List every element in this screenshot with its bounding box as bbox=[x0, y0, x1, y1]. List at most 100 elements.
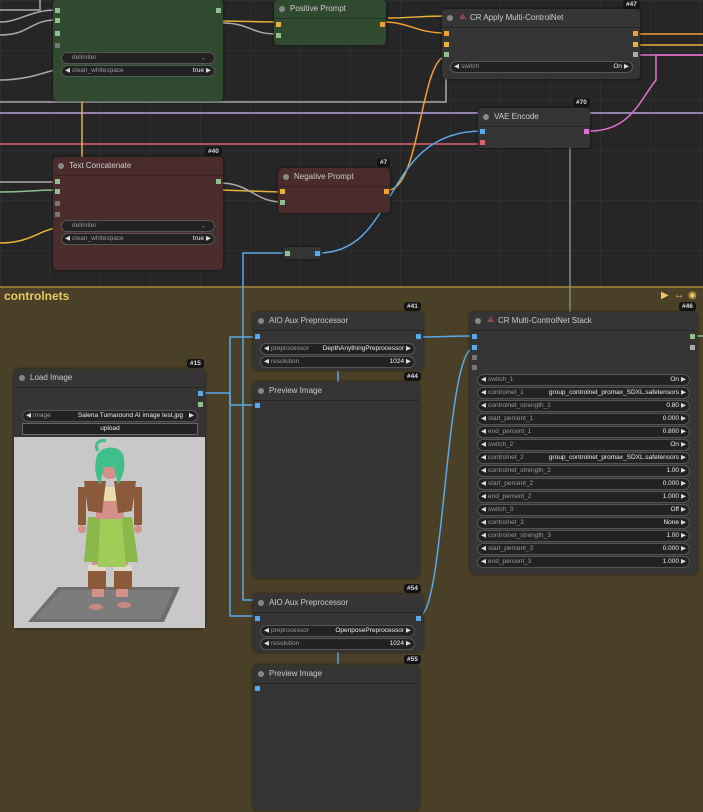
arrow-right-icon[interactable]: ▶ bbox=[681, 505, 686, 513]
arrow-left-icon[interactable]: ◀ bbox=[65, 234, 70, 242]
arrow-right-icon[interactable]: ▶ bbox=[681, 557, 686, 565]
arrow-right-icon[interactable]: ▶ bbox=[681, 518, 686, 526]
arrow-left-icon[interactable]: ◀ bbox=[264, 357, 269, 365]
resolution-input[interactable]: ◀ resolution 1024 ▶ bbox=[260, 356, 415, 368]
arrow-left-icon[interactable]: ◀ bbox=[481, 388, 486, 396]
aio-aux-preprocessor-node[interactable]: AIO Aux Preprocessor ◀ preprocessor Dept… bbox=[253, 312, 423, 370]
input-slot[interactable] bbox=[280, 200, 285, 205]
node-title-bar[interactable]: AIO Aux Preprocessor bbox=[253, 594, 423, 613]
input-slot[interactable] bbox=[255, 686, 260, 691]
collapse-dot-icon[interactable] bbox=[475, 318, 481, 324]
arrow-right-icon[interactable]: ▶ bbox=[189, 411, 194, 419]
stack-widget-controlnet-1[interactable]: ◀ controlnet_1 group_controlnet_promax_SDX… bbox=[477, 387, 690, 399]
stack-widget-switch-3[interactable]: ◀ switch_3 Off ▶ bbox=[477, 504, 690, 516]
input-slot[interactable] bbox=[55, 8, 60, 13]
stack-widget-end-percent-3[interactable]: ◀ end_percent_3 1.000 ▶ bbox=[477, 556, 690, 568]
stack-widget-switch-2[interactable]: ◀ switch_2 On ▶ bbox=[477, 439, 690, 451]
stack-widget-controlnet-strength-1[interactable]: ◀ controlnet_strength_1 0.80 ▶ bbox=[477, 400, 690, 412]
collapse-dot-icon[interactable] bbox=[447, 15, 453, 21]
stack-widget-switch-1[interactable]: ◀ switch_1 On ▶ bbox=[477, 374, 690, 386]
collapse-dot-icon[interactable] bbox=[258, 388, 264, 394]
arrow-left-icon[interactable]: ◀ bbox=[264, 639, 269, 647]
output-slot[interactable] bbox=[315, 251, 320, 256]
arrow-right-icon[interactable]: ▶ bbox=[681, 544, 686, 552]
top-green-node[interactable]: delimiter , ◀ clean_whitespace true ▶ bbox=[53, 0, 223, 101]
preprocessor-select[interactable]: ◀ preprocessor DepthAnythingPreprocessor… bbox=[260, 343, 415, 355]
input-slot[interactable] bbox=[444, 52, 449, 57]
arrow-left-icon[interactable]: ◀ bbox=[481, 492, 486, 500]
vae-encode-node[interactable]: VAE Encode bbox=[478, 108, 590, 148]
collapse-dot-icon[interactable] bbox=[258, 600, 264, 606]
input-slot[interactable] bbox=[472, 355, 477, 360]
node-title-bar[interactable]: Negative Prompt bbox=[278, 168, 390, 187]
stack-widget-controlnet-3[interactable]: ◀ controlnet_3 None ▶ bbox=[477, 517, 690, 529]
collapse-dot-icon[interactable] bbox=[19, 375, 25, 381]
arrow-right-icon[interactable]: ▶ bbox=[624, 62, 629, 70]
node-title-bar[interactable]: ⟁ CR Multi-ControlNet Stack bbox=[470, 312, 697, 331]
output-slot[interactable] bbox=[216, 8, 221, 13]
node-title-bar[interactable]: Preview Image bbox=[253, 665, 419, 684]
input-slot[interactable] bbox=[276, 33, 281, 38]
collapse-dot-icon[interactable] bbox=[283, 174, 289, 180]
input-slot[interactable] bbox=[285, 251, 290, 256]
input-slot[interactable] bbox=[55, 212, 60, 217]
negative-prompt-node[interactable]: Negative Prompt bbox=[278, 168, 390, 213]
arrow-left-icon[interactable]: ◀ bbox=[481, 518, 486, 526]
node-title-bar[interactable]: Preview Image bbox=[253, 382, 419, 401]
arrow-right-icon[interactable]: ▶ bbox=[681, 375, 686, 383]
arrow-left-icon[interactable]: ◀ bbox=[481, 440, 486, 448]
input-slot[interactable] bbox=[444, 42, 449, 47]
stack-widget-controlnet-2[interactable]: ◀ controlnet_2 group_controlnet_promax_SDX… bbox=[477, 452, 690, 464]
arrow-left-icon[interactable]: ◀ bbox=[481, 375, 486, 383]
output-slot[interactable] bbox=[380, 22, 385, 27]
output-slot[interactable] bbox=[416, 616, 421, 621]
arrow-left-icon[interactable]: ◀ bbox=[454, 62, 459, 70]
output-slot[interactable] bbox=[690, 334, 695, 339]
stack-widget-start-percent-1[interactable]: ◀ start_percent_1 0.000 ▶ bbox=[477, 413, 690, 425]
node-title-bar[interactable]: VAE Encode bbox=[478, 108, 590, 127]
input-slot[interactable] bbox=[255, 334, 260, 339]
arrow-left-icon[interactable]: ◀ bbox=[481, 544, 486, 552]
stack-widget-start-percent-3[interactable]: ◀ start_percent_3 0.000 ▶ bbox=[477, 543, 690, 555]
delimiter-widget[interactable]: delimiter , bbox=[61, 220, 215, 232]
input-slot[interactable] bbox=[280, 189, 285, 194]
arrow-right-icon[interactable]: ▶ bbox=[206, 234, 211, 242]
output-slot[interactable] bbox=[416, 334, 421, 339]
collapse-dot-icon[interactable] bbox=[258, 318, 264, 324]
node-title-bar[interactable]: Load Image bbox=[14, 369, 205, 388]
preview-image-node[interactable]: Preview Image bbox=[253, 382, 419, 578]
preprocessor-select[interactable]: ◀ preprocessor OpenposePreprocessor ▶ bbox=[260, 625, 415, 637]
positive-prompt-node[interactable]: Positive Prompt bbox=[274, 0, 386, 45]
input-slot[interactable] bbox=[472, 345, 477, 350]
clean-whitespace-toggle[interactable]: ◀ clean_whitespace true ▶ bbox=[61, 233, 215, 245]
node-title-bar[interactable]: ⟁ CR Apply Multi-ControlNet bbox=[442, 9, 640, 28]
input-slot[interactable] bbox=[480, 129, 485, 134]
input-slot[interactable] bbox=[444, 31, 449, 36]
output-slot[interactable] bbox=[216, 179, 221, 184]
resolution-input[interactable]: ◀ resolution 1024 ▶ bbox=[260, 638, 415, 650]
input-slot[interactable] bbox=[55, 43, 60, 48]
arrow-left-icon[interactable]: ◀ bbox=[264, 344, 269, 352]
output-slot[interactable] bbox=[384, 189, 389, 194]
arrow-right-icon[interactable]: ▶ bbox=[681, 492, 686, 500]
arrow-right-icon[interactable]: ▶ bbox=[681, 401, 686, 409]
input-slot[interactable] bbox=[255, 616, 260, 621]
input-slot[interactable] bbox=[55, 18, 60, 23]
arrow-left-icon[interactable]: ◀ bbox=[264, 626, 269, 634]
input-slot[interactable] bbox=[472, 334, 477, 339]
load-image-node[interactable]: Load Image ◀ image Salena Turnaround AI … bbox=[14, 369, 205, 628]
stack-widget-controlnet-strength-2[interactable]: ◀ controlnet_strength_2 1.00 ▶ bbox=[477, 465, 690, 477]
arrow-left-icon[interactable]: ◀ bbox=[481, 531, 486, 539]
image-select[interactable]: ◀ image Salena Turnaround AI image test.… bbox=[22, 410, 198, 422]
arrow-right-icon[interactable]: ▶ bbox=[406, 639, 411, 647]
arrow-right-icon[interactable]: ▶ bbox=[681, 440, 686, 448]
output-slot[interactable] bbox=[633, 31, 638, 36]
arrow-left-icon[interactable]: ◀ bbox=[481, 479, 486, 487]
input-slot[interactable] bbox=[276, 22, 281, 27]
input-slot[interactable] bbox=[480, 140, 485, 145]
node-title-bar[interactable]: Text Concatenate bbox=[53, 157, 223, 176]
arrow-right-icon[interactable]: ▶ bbox=[406, 626, 411, 634]
input-slot[interactable] bbox=[472, 365, 477, 370]
collapse-dot-icon[interactable] bbox=[58, 163, 64, 169]
arrow-right-icon[interactable]: ▶ bbox=[406, 344, 411, 352]
